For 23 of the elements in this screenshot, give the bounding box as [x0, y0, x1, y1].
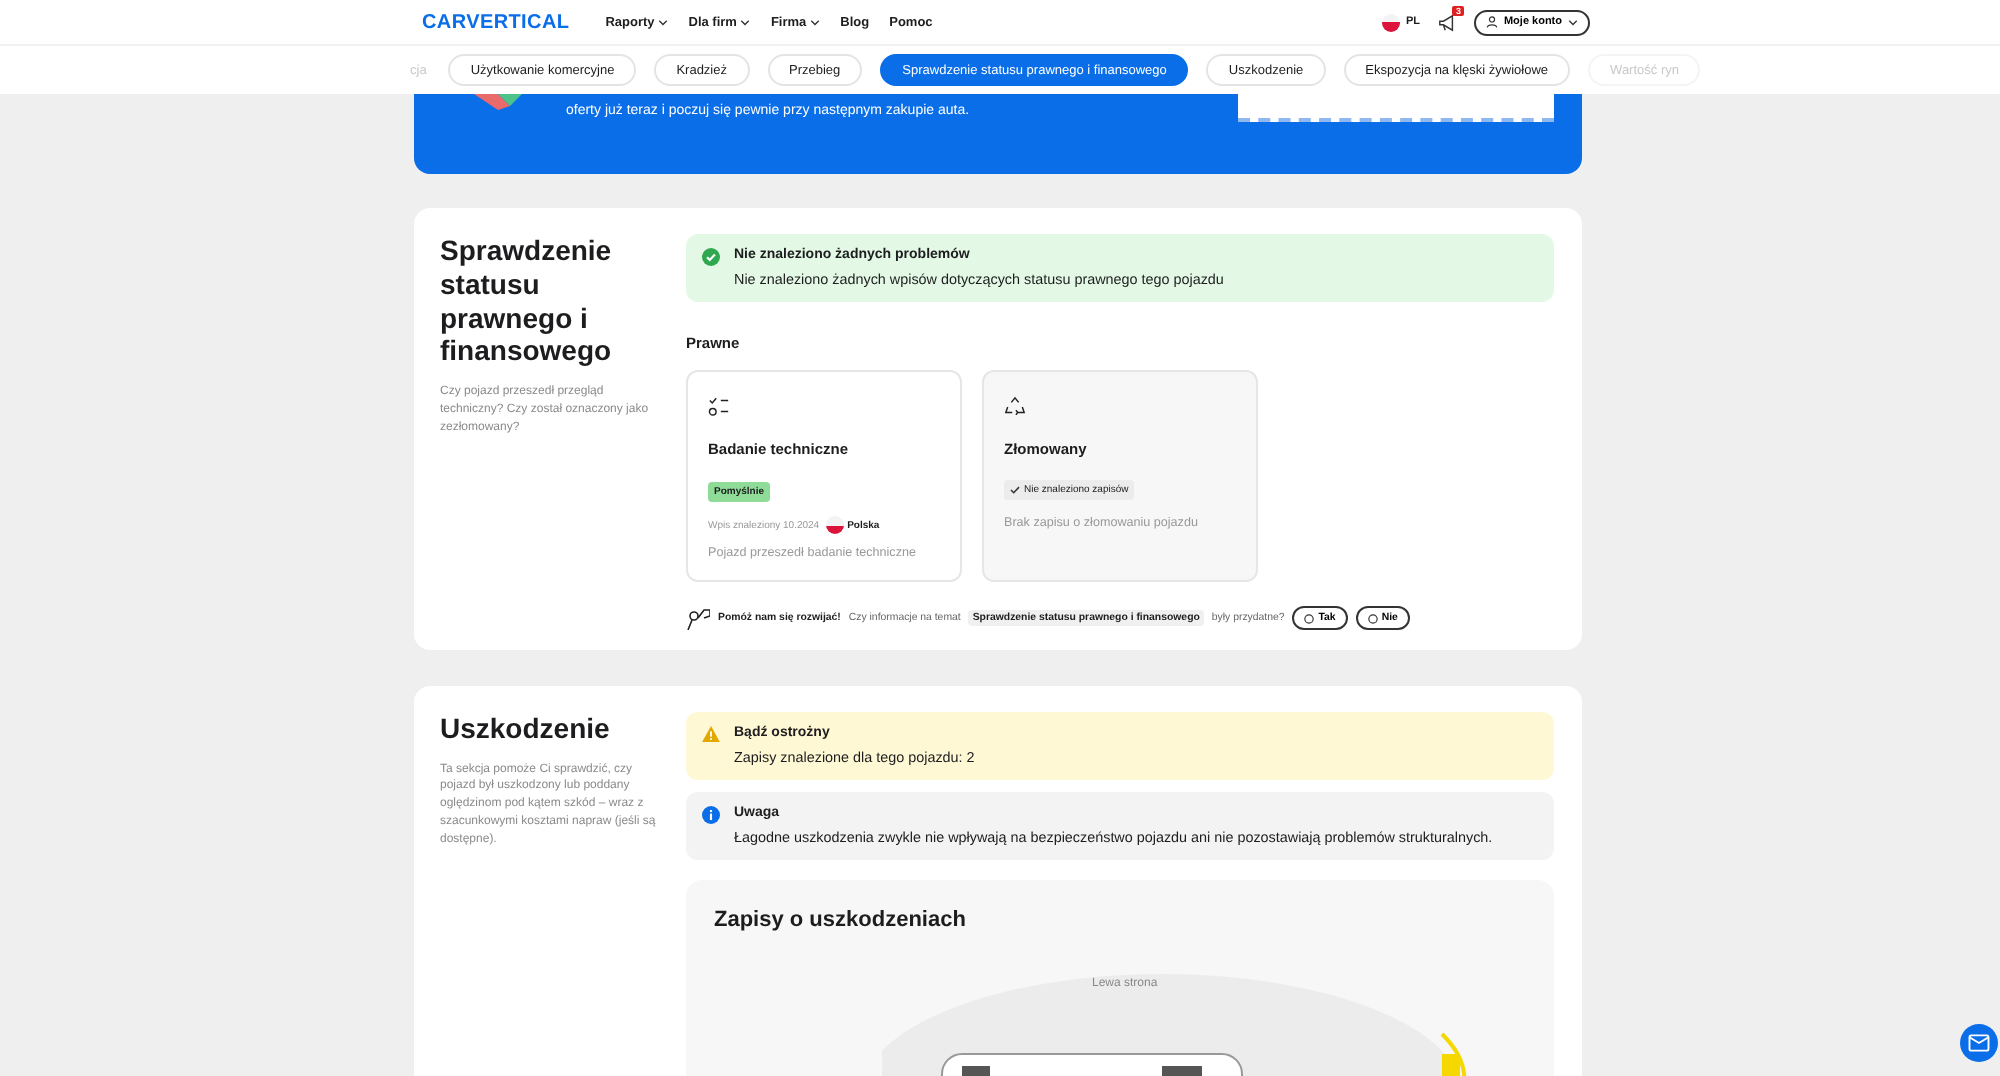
smiley-icon: [1304, 613, 1315, 623]
panel-title: Zapisy o uszkodzeniach: [714, 908, 968, 932]
poland-flag-icon: [825, 516, 844, 534]
chevron-down-icon: [740, 19, 751, 25]
section-title: Sprawdzenie statusu prawnego i finansowego: [440, 234, 614, 369]
report-icon: [474, 94, 526, 110]
recycle-icon: [1004, 396, 1026, 418]
section-title: Uszkodzenie: [440, 712, 612, 746]
check-icon: [1010, 486, 1020, 494]
chevron-down-icon: [658, 19, 669, 25]
feedback-person-icon: [686, 607, 710, 629]
user-icon: [1485, 16, 1498, 28]
warning-icon: [702, 726, 720, 742]
smiley-icon: [1367, 613, 1378, 623]
logo[interactable]: CARVERTICAL: [422, 11, 570, 33]
poland-flag-icon: [1381, 13, 1400, 31]
info-icon: [702, 806, 720, 824]
chevron-down-icon: [1568, 19, 1578, 25]
chevron-down-icon: [810, 19, 821, 25]
chat-icon[interactable]: [1960, 1024, 1998, 1062]
megaphone-icon[interactable]: [1437, 13, 1456, 31]
check-circle-icon: [702, 248, 720, 266]
checklist-icon: [708, 396, 730, 418]
